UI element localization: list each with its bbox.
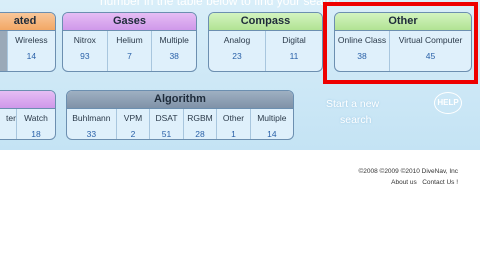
category-cell-watch[interactable]: Watch 18 [17,109,55,139]
search-category-panel: number in the table below to find your s… [0,0,480,150]
new-search-line1: Start a new [326,98,380,110]
category-cell-buhlmann[interactable]: Buhlmann 33 [67,109,117,139]
cell-label: Analog [223,35,251,45]
cell-label: Other [222,113,245,123]
category-card-gases: Gases Nitrox 93 Helium 7 Multiple 38 [62,12,197,72]
category-cell-vpm[interactable]: VPM 2 [117,109,151,139]
about-us-link[interactable]: About us [391,179,417,186]
category-cell-dsat[interactable]: DSAT 51 [150,109,184,139]
instruction-text: number in the table below to find your s… [100,0,340,8]
cell-count[interactable]: 51 [150,129,183,139]
cell-label: Buhlmann [72,113,111,123]
category-cell-digital[interactable]: Digital 11 [266,31,322,71]
cell-count[interactable]: 33 [67,129,116,139]
new-search-link[interactable]: Start a new search HELP [322,92,472,132]
cell-label: VPM [123,113,143,123]
category-cell[interactable] [0,31,8,71]
cell-count[interactable]: 14 [8,51,55,61]
category-card-integrated: ated Wireless 14 [0,12,56,72]
cell-label: Wireless [15,35,48,45]
category-cell-nitrox[interactable]: Nitrox 93 [63,31,108,71]
category-title-compass: Compass [209,13,322,31]
copyright-text: ©2008 ©2009 ©2010 DiveNav, Inc [358,168,458,175]
category-cell-analog[interactable]: Analog 23 [209,31,266,71]
new-search-line2: search [340,114,372,126]
cell-count[interactable]: 1 [217,129,250,139]
cell-count[interactable]: 14 [251,129,293,139]
cell-label: RGBM [187,113,213,123]
cell-count[interactable]: 2 [117,129,150,139]
cell-label: Digital [282,35,306,45]
category-cell-computer[interactable]: ter [0,109,17,139]
category-cell-rgbm[interactable]: RGBM 28 [184,109,218,139]
cell-label: Helium [116,35,143,45]
cell-count[interactable]: 28 [184,129,217,139]
cell-count[interactable]: 18 [17,129,55,139]
cell-count[interactable]: 11 [266,51,322,61]
category-cell-multiple[interactable]: Multiple 38 [152,31,196,71]
cell-label: Watch [24,113,48,123]
category-cell-wireless[interactable]: Wireless 14 [8,31,55,71]
footer-links: About us Contact Us ! [358,177,458,188]
new-search-text: Start a new search [326,96,379,128]
footer: ©2008 ©2009 ©2010 DiveNav, Inc About us … [358,166,458,188]
category-card-compass: Compass Analog 23 Digital 11 [208,12,323,72]
cell-count[interactable]: 7 [108,51,152,61]
cell-count[interactable]: 38 [152,51,196,61]
cell-label: Multiple [257,113,287,123]
category-title-style [0,91,55,109]
highlight-box [323,2,478,84]
category-card-algorithm: Algorithm Buhlmann 33 VPM 2 DSAT 51 RGBM… [66,90,294,140]
cell-count[interactable]: 93 [63,51,107,61]
category-cell-multiple[interactable]: Multiple 14 [251,109,293,139]
category-cell-other[interactable]: Other 1 [217,109,251,139]
cell-label: Multiple [159,35,189,45]
help-button[interactable]: HELP [434,92,462,114]
contact-us-link[interactable]: Contact Us ! [422,179,458,186]
cell-count[interactable]: 23 [209,51,265,61]
cell-label: ter [6,113,16,123]
category-cell-helium[interactable]: Helium 7 [108,31,153,71]
category-card-style: ter Watch 18 [0,90,56,140]
cell-label: Nitrox [73,35,96,45]
category-title-gases: Gases [63,13,196,31]
category-title-algorithm: Algorithm [67,91,293,109]
cell-label: DSAT [155,113,178,123]
category-title-integrated: ated [0,13,55,31]
